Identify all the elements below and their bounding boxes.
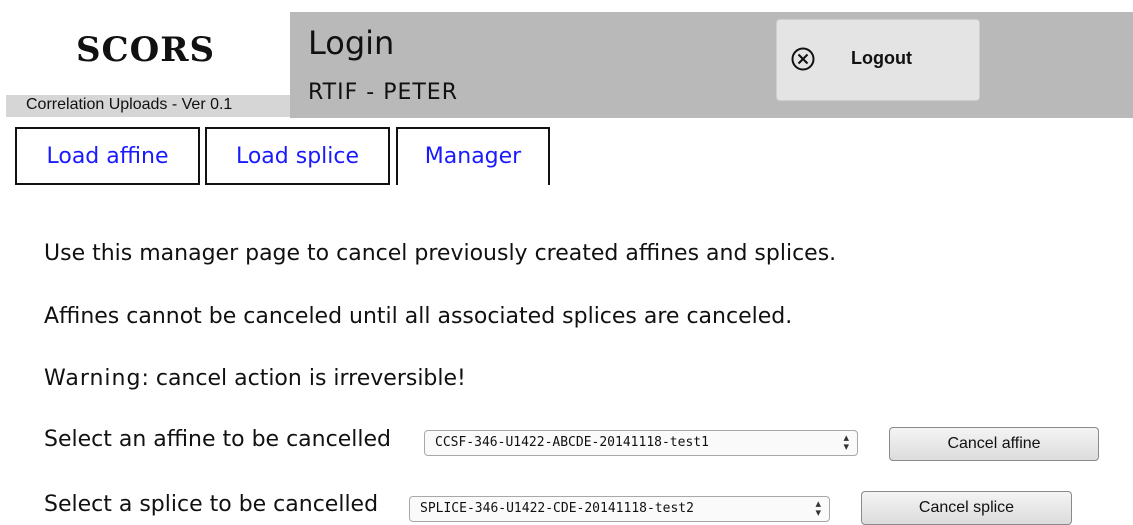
affine-select[interactable]: CCSF-346-U1422-ABCDE-20141118-test1 ▴ ▾ — [424, 430, 858, 456]
affine-prompt: Select an affine to be cancelled — [44, 427, 391, 452]
tab-load-affine[interactable]: Load affine — [15, 127, 200, 185]
version-label: Correlation Uploads - Ver 0.1 — [26, 96, 233, 113]
logout-label: Logout — [851, 48, 912, 68]
page-title: Login — [308, 24, 395, 62]
cancel-affine-button[interactable]: Cancel affine — [889, 427, 1099, 461]
affine-select-value: CCSF-346-U1422-ABCDE-20141118-test1 — [435, 435, 709, 450]
splice-select[interactable]: SPLICE-346-U1422-CDE-20141118-test2 ▴ ▾ — [409, 496, 830, 522]
warning-label: Warning — [44, 366, 142, 391]
intro-text: Use this manager page to cancel previous… — [44, 241, 837, 266]
note-text: Affines cannot be canceled until all ass… — [44, 304, 793, 329]
select-arrows-icon: ▴ ▾ — [843, 431, 849, 453]
app-logo: SCORS — [76, 30, 216, 70]
warning-text: Warning: cancel action is irreversible! — [44, 366, 466, 391]
user-name: RTIF - PETER — [308, 80, 458, 105]
splice-prompt: Select a splice to be cancelled — [44, 492, 379, 517]
tab-load-splice[interactable]: Load splice — [205, 127, 390, 185]
warning-message: : cancel action is irreversible! — [141, 366, 466, 391]
select-arrows-icon: ▴ ▾ — [815, 497, 821, 519]
tab-manager[interactable]: Manager — [396, 127, 550, 185]
splice-select-value: SPLICE-346-U1422-CDE-20141118-test2 — [420, 501, 694, 516]
tab-label: Load splice — [235, 144, 360, 169]
logout-button[interactable]: Logout — [776, 19, 980, 101]
close-circle-icon — [791, 47, 815, 71]
tab-label: Load affine — [46, 144, 169, 169]
cancel-splice-button[interactable]: Cancel splice — [861, 491, 1072, 525]
tab-label: Manager — [424, 144, 522, 169]
